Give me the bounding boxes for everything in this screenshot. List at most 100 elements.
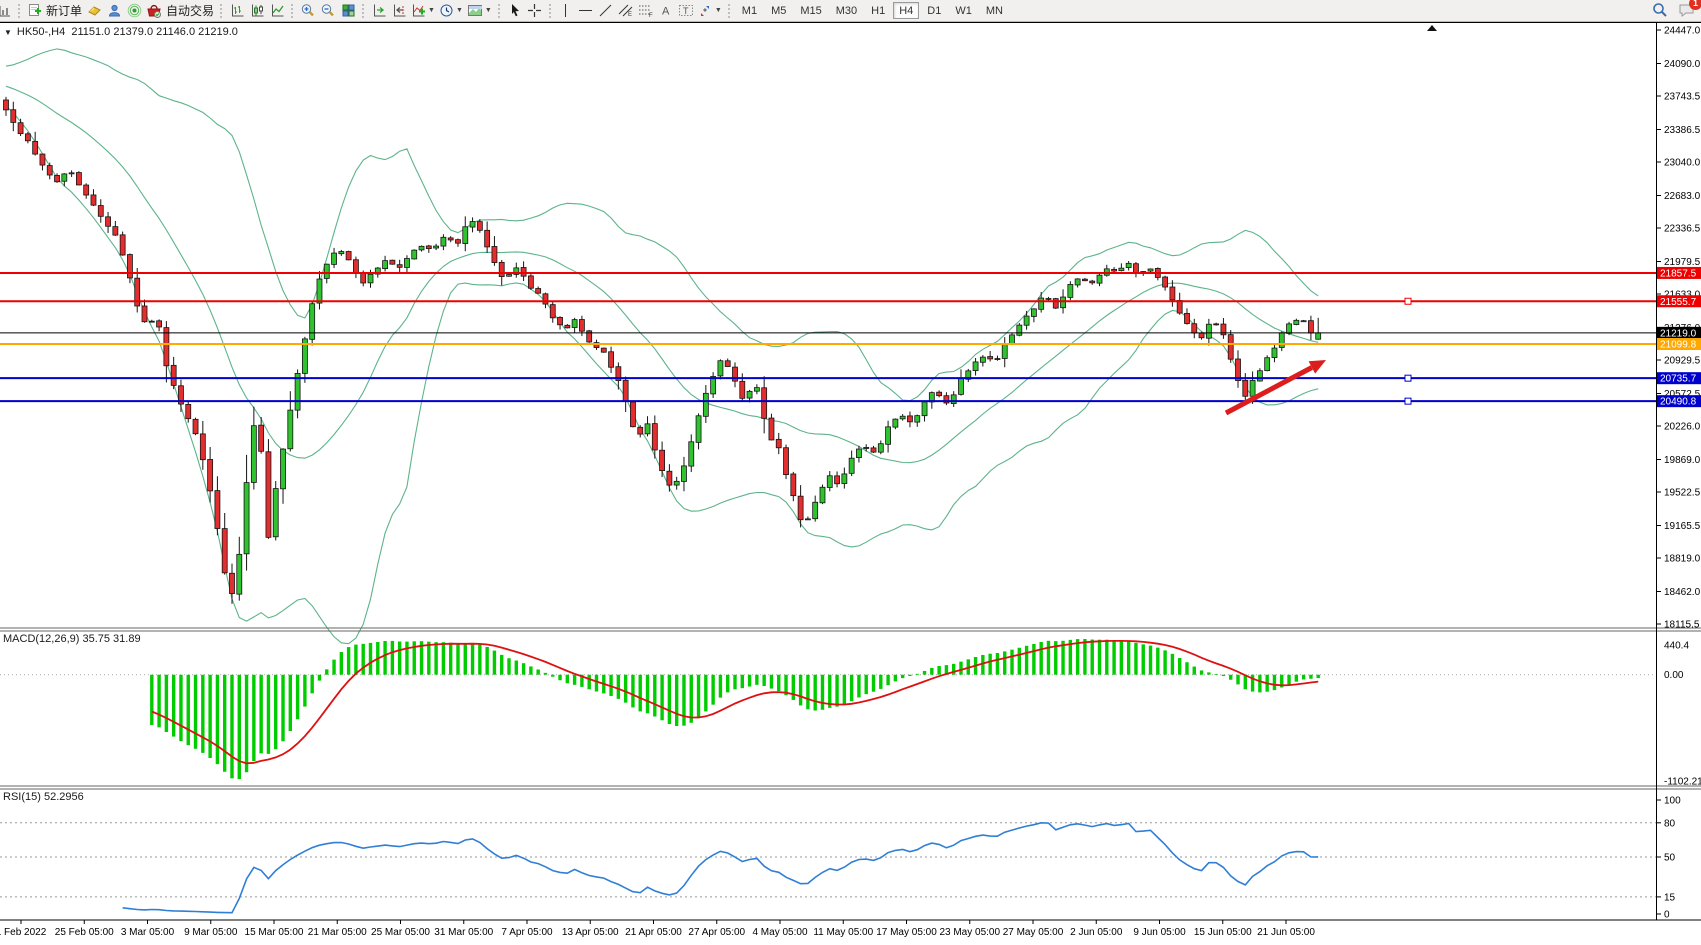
svg-text:80: 80 — [1664, 818, 1676, 829]
community-button[interactable] — [104, 2, 124, 20]
text-button[interactable]: A — [656, 2, 676, 20]
search-icon — [1652, 2, 1668, 18]
crosshair-button[interactable] — [525, 2, 545, 20]
svg-text:24090.0: 24090.0 — [1664, 59, 1701, 70]
cursor-icon — [508, 3, 522, 18]
svg-text:23386.5: 23386.5 — [1664, 125, 1701, 136]
svg-text:20929.5: 20929.5 — [1664, 356, 1701, 367]
svg-text:25 Feb 05:00: 25 Feb 05:00 — [55, 927, 114, 938]
vertical-line-icon — [559, 3, 572, 18]
timeframe-button-m1[interactable]: M1 — [736, 2, 763, 19]
notifications-button[interactable]: 1 — [1676, 1, 1697, 19]
svg-text:2 Jun 05:00: 2 Jun 05:00 — [1070, 927, 1123, 938]
svg-text:18462.0: 18462.0 — [1664, 587, 1701, 598]
svg-text:11 May 05:00: 11 May 05:00 — [813, 927, 873, 938]
svg-text:17 May 05:00: 17 May 05:00 — [876, 927, 937, 938]
auto-scroll-icon — [372, 3, 387, 18]
svg-text:7 Apr 05:00: 7 Apr 05:00 — [501, 927, 553, 938]
line-handle[interactable] — [1405, 298, 1411, 304]
zoom-in-icon — [300, 3, 316, 18]
svg-text:21979.5: 21979.5 — [1664, 257, 1701, 268]
symbol-dropdown-icon[interactable]: ▼ — [4, 28, 12, 37]
chart-line-button[interactable] — [267, 2, 287, 20]
bar-chart-icon — [230, 3, 245, 18]
zoom-out-icon — [320, 3, 336, 18]
new-order-label: 新订单 — [46, 2, 82, 19]
text-label-icon: T — [678, 3, 694, 18]
dropdown-caret-icon: ▼ — [715, 7, 722, 14]
svg-text:T: T — [683, 6, 689, 16]
svg-text:21219.0: 21219.0 — [1660, 328, 1697, 339]
vertical-line-button[interactable] — [556, 2, 576, 20]
metaeditor-icon — [87, 3, 102, 18]
chart-canvas[interactable]: 24447.024090.023743.523386.523040.022683… — [0, 22, 1701, 945]
svg-text:21 Apr 05:00: 21 Apr 05:00 — [625, 927, 682, 938]
line-chart-icon — [270, 3, 285, 18]
svg-text:F: F — [649, 13, 653, 18]
chart-window-icon[interactable] — [0, 2, 14, 20]
auto-scroll-button[interactable] — [369, 2, 389, 20]
dropdown-caret-icon: ▼ — [456, 7, 463, 14]
new-order-button[interactable]: 新订单 — [25, 2, 84, 20]
signals-button[interactable] — [124, 2, 144, 20]
timeframe-button-h1[interactable]: H1 — [865, 2, 891, 19]
arrows-button[interactable]: ▼ — [696, 2, 724, 20]
chart-icon — [0, 4, 11, 18]
tile-windows-button[interactable] — [338, 2, 358, 20]
toolbar-right-group: 1 — [1650, 1, 1697, 19]
svg-text:25 Mar 05:00: 25 Mar 05:00 — [371, 927, 430, 938]
svg-text:E: E — [628, 12, 632, 18]
svg-text:A: A — [662, 6, 670, 18]
chart-bars-button[interactable] — [227, 2, 247, 20]
autotrading-button[interactable]: 自动交易 — [144, 2, 216, 20]
toolbar-grip — [219, 3, 224, 18]
svg-text:18115.5: 18115.5 — [1664, 620, 1700, 631]
arrows-icon — [698, 3, 713, 18]
timeframe-button-m5[interactable]: M5 — [765, 2, 792, 19]
channel-button[interactable]: E — [616, 2, 636, 20]
text-label-button[interactable]: T — [676, 2, 696, 20]
svg-text:50: 50 — [1664, 853, 1676, 864]
timeframe-button-m15[interactable]: M15 — [794, 2, 827, 19]
periods-button[interactable]: ▼ — [437, 2, 465, 20]
svg-text:21857.5: 21857.5 — [1660, 268, 1697, 279]
indicators-button[interactable]: ▼ — [409, 2, 437, 20]
cursor-button[interactable] — [505, 2, 525, 20]
chart-shift-button[interactable] — [389, 2, 409, 20]
timeframe-button-h4[interactable]: H4 — [893, 2, 919, 19]
metaeditor-button[interactable] — [84, 2, 104, 20]
chart-window[interactable]: 24447.024090.023743.523386.523040.022683… — [0, 22, 1701, 945]
zoom-in-button[interactable] — [298, 2, 318, 20]
svg-text:21 Jun 05:00: 21 Jun 05:00 — [1257, 927, 1315, 938]
chart-candles-button[interactable] — [247, 2, 267, 20]
chart-shift-marker[interactable] — [1427, 25, 1437, 31]
toolbar-grip — [17, 3, 22, 18]
macd-indicator-label: MACD(12,26,9) 35.75 31.89 — [3, 633, 141, 645]
timeframe-toolbar: M1M5M15M30H1H4D1W1MN — [735, 2, 1010, 19]
horizontal-line-button[interactable] — [576, 2, 596, 20]
fibonacci-button[interactable]: F — [636, 2, 656, 20]
svg-text:3 Mar 05:00: 3 Mar 05:00 — [121, 927, 175, 938]
search-button[interactable] — [1650, 1, 1670, 19]
toolbar-grip — [497, 3, 502, 18]
svg-text:23743.5: 23743.5 — [1664, 92, 1701, 103]
svg-text:24447.0: 24447.0 — [1664, 26, 1701, 37]
svg-text:100: 100 — [1664, 796, 1681, 807]
trendline-icon — [598, 3, 613, 18]
candlestick-icon — [250, 3, 265, 18]
line-handle[interactable] — [1405, 398, 1411, 404]
trendline-button[interactable] — [596, 2, 616, 20]
person-icon — [107, 3, 122, 18]
zoom-out-button[interactable] — [318, 2, 338, 20]
timeframe-button-w1[interactable]: W1 — [949, 2, 978, 19]
timeframe-button-m30[interactable]: M30 — [830, 2, 863, 19]
svg-text:0.00: 0.00 — [1664, 670, 1684, 681]
line-handle[interactable] — [1405, 375, 1411, 381]
templates-button[interactable]: ▼ — [465, 2, 494, 20]
toolbar: 新订单 自动交易 ▼ ▼ — [0, 0, 1701, 22]
timeframe-button-d1[interactable]: D1 — [921, 2, 947, 19]
timeframe-button-mn[interactable]: MN — [980, 2, 1009, 19]
chart-title: ▼HK50-,H4 21151.0 21379.0 21146.0 21219.… — [4, 26, 238, 38]
svg-text:0: 0 — [1664, 910, 1670, 921]
svg-text:20226.0: 20226.0 — [1664, 422, 1701, 433]
